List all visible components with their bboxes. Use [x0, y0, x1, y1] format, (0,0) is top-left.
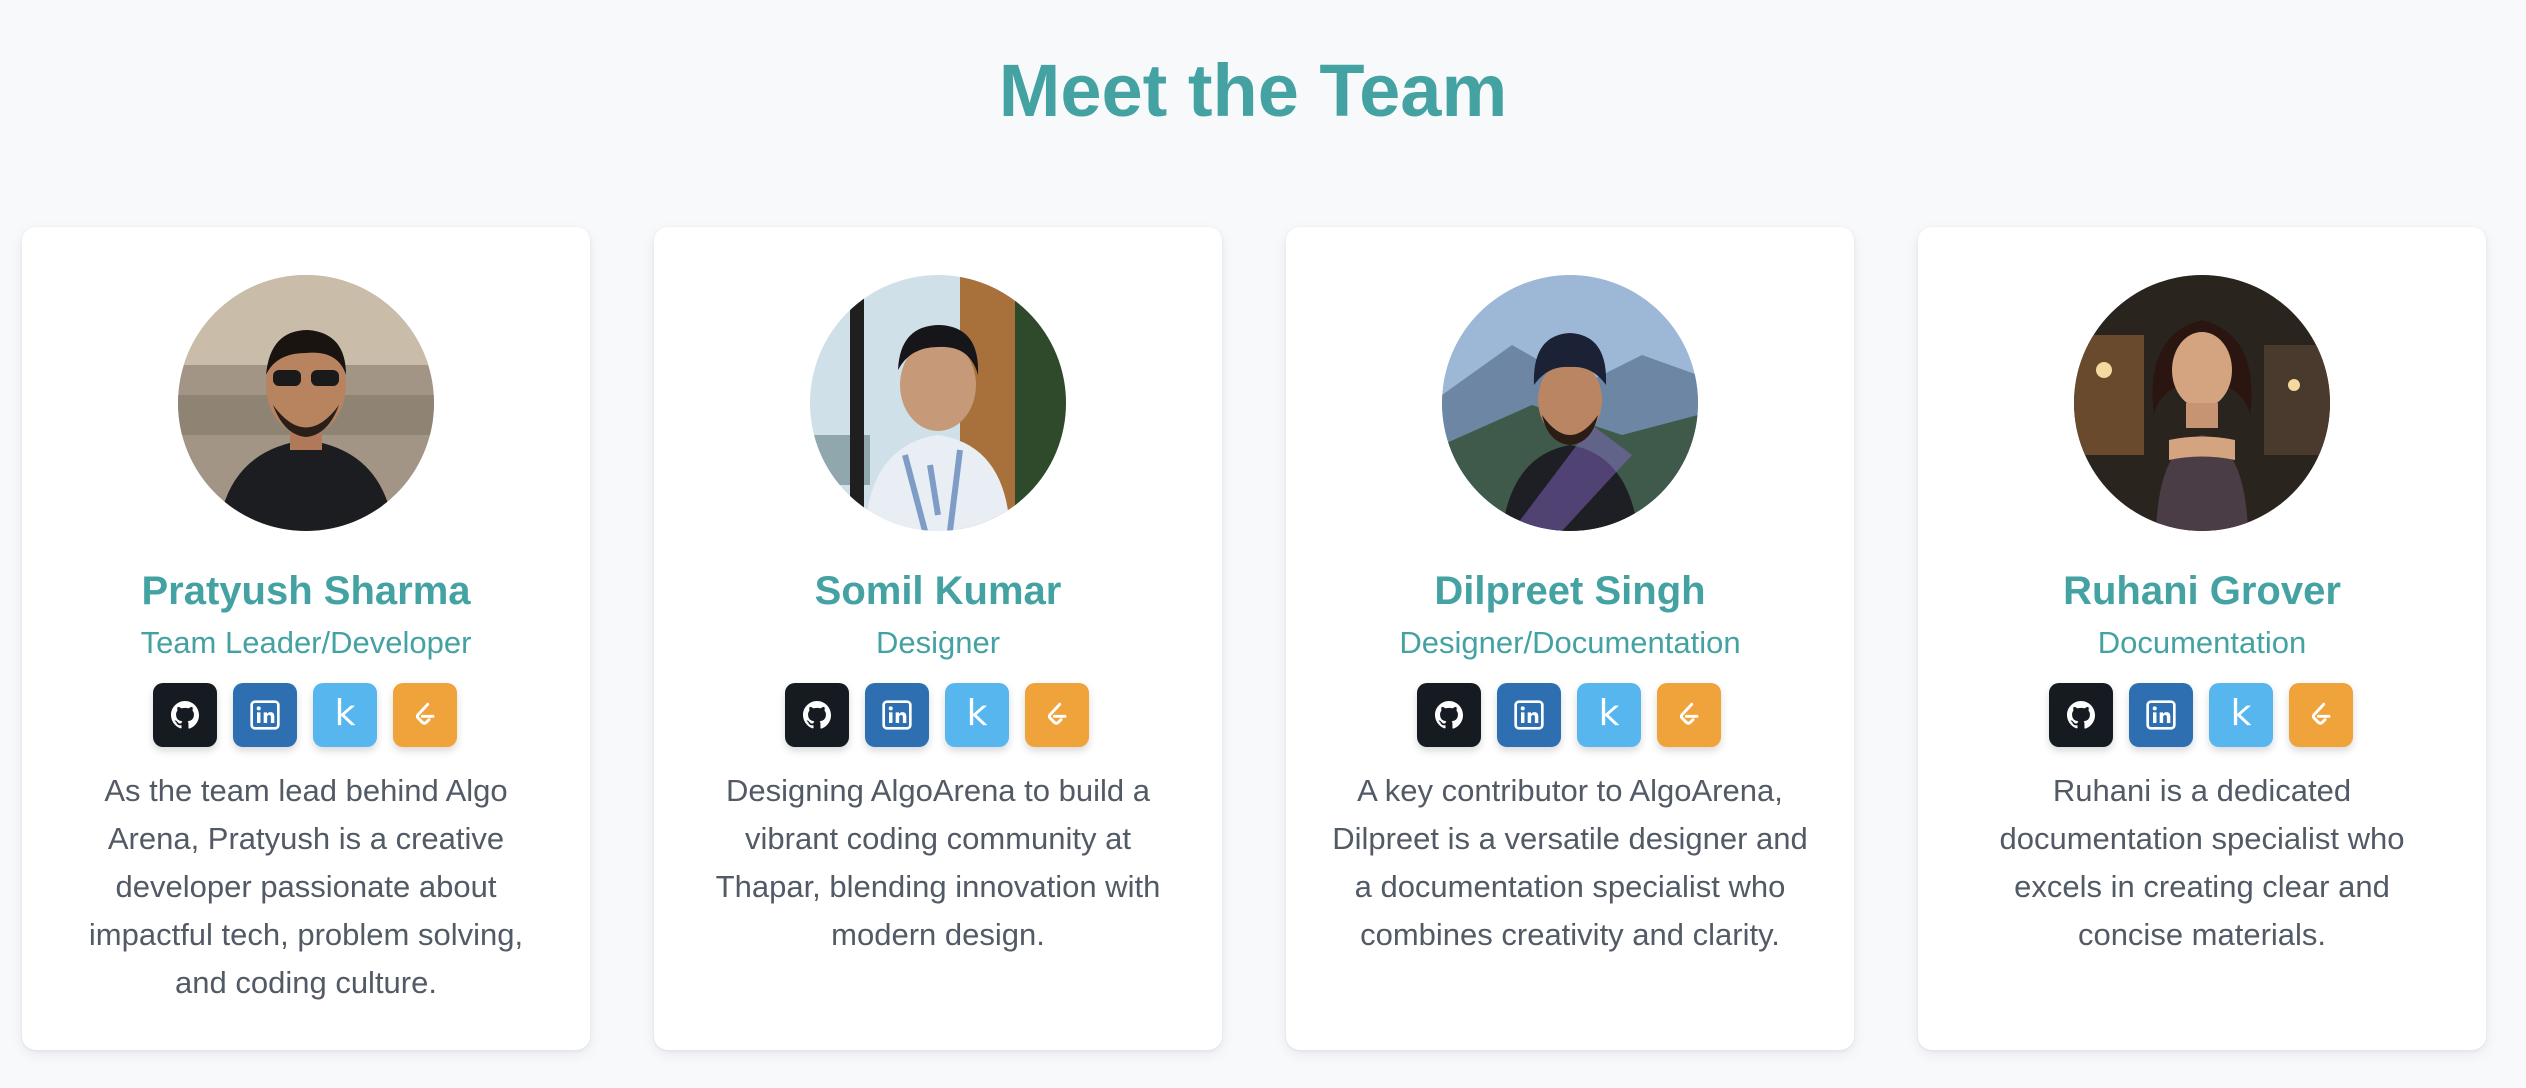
- linkedin-icon: [2146, 700, 2176, 730]
- social-links: k: [1417, 683, 1723, 747]
- linkedin-button[interactable]: [865, 683, 929, 747]
- avatar-photo: [2074, 275, 2330, 531]
- linkedin-button[interactable]: [2129, 683, 2193, 747]
- member-role: Designer: [875, 625, 1001, 660]
- member-role: Team Leader/Developer: [140, 625, 472, 660]
- github-button[interactable]: [2049, 683, 2113, 747]
- github-button[interactable]: [785, 683, 849, 747]
- avatar: [2074, 275, 2330, 531]
- avatar: [178, 275, 434, 531]
- github-icon: [1435, 701, 1463, 729]
- team-card-dilpreet: Dilpreet Singh Designer/Documentation k …: [1286, 227, 1854, 1050]
- page-title: Meet the Team: [998, 49, 1508, 132]
- linkedin-icon: [1514, 700, 1544, 730]
- member-description: Ruhani is a dedicated documentation spec…: [1999, 773, 2405, 952]
- github-button[interactable]: [1417, 683, 1481, 747]
- social-links: k: [785, 683, 1091, 747]
- member-name: Dilpreet Singh: [1434, 569, 1706, 613]
- kaggle-button[interactable]: k: [313, 683, 377, 747]
- kaggle-icon: k: [1598, 693, 1620, 734]
- member-description: As the team lead behind Algo Arena, Prat…: [88, 773, 524, 1000]
- avatar: [810, 275, 1066, 531]
- leetcode-button[interactable]: [1657, 683, 1721, 747]
- member-role: Designer/Documentation: [1399, 625, 1741, 660]
- team-page: Meet the Team Pratyush Sharma Team Leade…: [0, 0, 2526, 1088]
- leetcode-button[interactable]: [1025, 683, 1089, 747]
- github-icon: [2067, 701, 2095, 729]
- leetcode-button[interactable]: [393, 683, 457, 747]
- avatar-photo: [810, 275, 1066, 531]
- avatar: [1442, 275, 1698, 531]
- github-button[interactable]: [153, 683, 217, 747]
- github-icon: [803, 701, 831, 729]
- kaggle-icon: k: [334, 693, 356, 734]
- member-name: Ruhani Grover: [2063, 569, 2341, 613]
- member-description: A key contributor to AlgoArena, Dilpreet…: [1332, 773, 1808, 952]
- team-cards: Pratyush Sharma Team Leader/Developer k …: [22, 227, 2486, 1050]
- team-card-pratyush: Pratyush Sharma Team Leader/Developer k …: [22, 227, 590, 1050]
- kaggle-button[interactable]: k: [945, 683, 1009, 747]
- avatar-photo: [178, 275, 434, 531]
- avatar-photo: [1442, 275, 1698, 531]
- member-description: Designing AlgoArena to build a vibrant c…: [715, 773, 1161, 952]
- github-icon: [171, 701, 199, 729]
- team-card-ruhani: Ruhani Grover Documentation k Ruhani is …: [1918, 227, 2486, 1050]
- member-name: Pratyush Sharma: [141, 569, 471, 613]
- linkedin-button[interactable]: [1497, 683, 1561, 747]
- team-card-somil: Somil Kumar Designer k Designing AlgoAre…: [654, 227, 1222, 1050]
- kaggle-icon: k: [966, 693, 988, 734]
- linkedin-icon: [882, 700, 912, 730]
- kaggle-icon: k: [2230, 693, 2252, 734]
- kaggle-button[interactable]: k: [2209, 683, 2273, 747]
- social-links: k: [2049, 683, 2355, 747]
- kaggle-button[interactable]: k: [1577, 683, 1641, 747]
- leetcode-icon: [1679, 702, 1699, 725]
- leetcode-button[interactable]: [2289, 683, 2353, 747]
- member-name: Somil Kumar: [814, 569, 1062, 613]
- linkedin-icon: [250, 700, 280, 730]
- leetcode-icon: [1047, 702, 1067, 725]
- member-role: Documentation: [2097, 625, 2307, 660]
- leetcode-icon: [415, 702, 435, 725]
- leetcode-icon: [2311, 702, 2331, 725]
- linkedin-button[interactable]: [233, 683, 297, 747]
- social-links: k: [153, 683, 459, 747]
